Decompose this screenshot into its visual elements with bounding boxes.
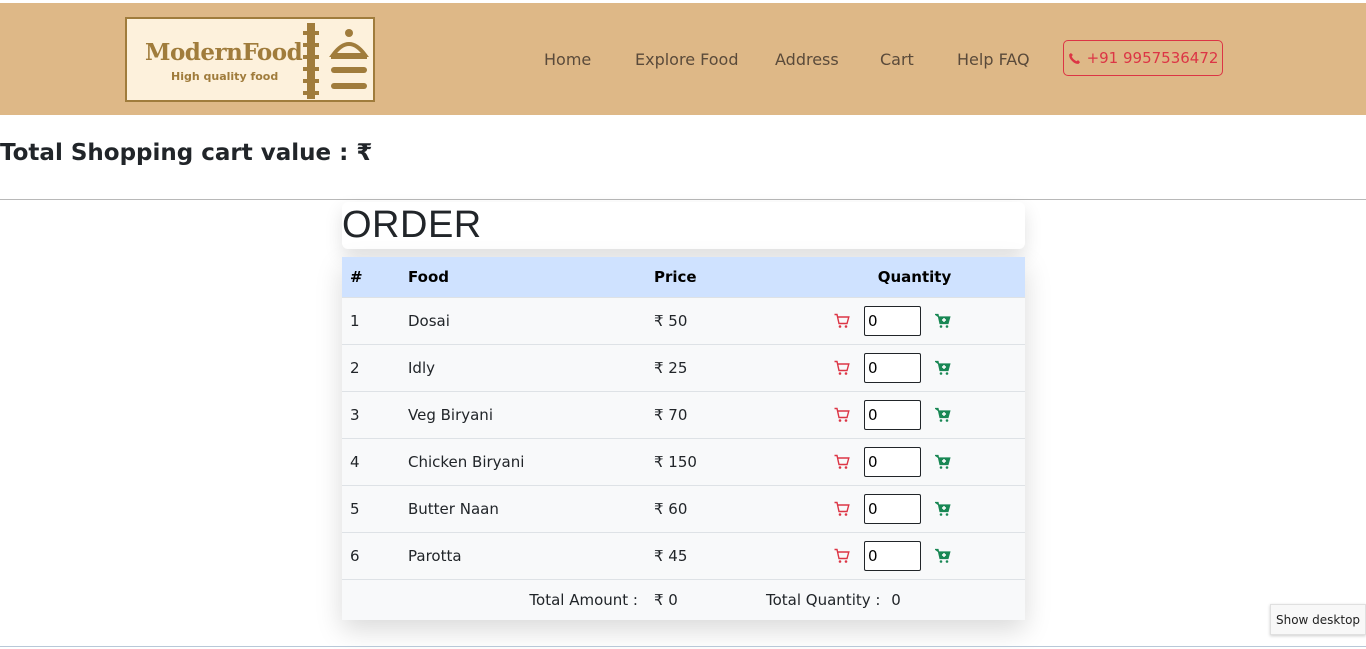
navbar: ModernFood High quality food Home Explor… [0, 3, 1366, 115]
row-price: ₹ 45 [654, 546, 688, 565]
row-number: 4 [350, 452, 360, 471]
row-price: ₹ 25 [654, 358, 688, 377]
phone-icon [1068, 52, 1080, 64]
receipt-icon [303, 23, 369, 99]
quantity-input[interactable] [864, 446, 921, 477]
row-number: 5 [350, 499, 360, 518]
row-price: ₹ 150 [654, 452, 697, 471]
row-food: Dosai [408, 311, 450, 330]
nav-cart[interactable]: Cart [880, 50, 914, 69]
bottom-divider [0, 646, 1366, 647]
order-title-card: ORDER [342, 202, 1025, 249]
quantity-input[interactable] [864, 352, 921, 383]
add-to-cart-icon[interactable] [933, 548, 951, 564]
row-number: 2 [350, 358, 360, 377]
row-price: ₹ 70 [654, 405, 688, 424]
total-amount-label: Total Amount : [529, 590, 638, 609]
logo-title: ModernFood [145, 39, 303, 66]
remove-from-cart-icon[interactable] [834, 548, 850, 564]
table-row: 6 Parotta ₹ 45 [342, 532, 1025, 579]
row-number: 6 [350, 546, 360, 565]
row-food: Butter Naan [408, 499, 499, 518]
show-desktop-button[interactable]: Show desktop [1270, 604, 1366, 635]
row-food: Veg Biryani [408, 405, 493, 424]
row-number: 1 [350, 311, 360, 330]
row-food: Parotta [408, 546, 462, 565]
remove-from-cart-icon[interactable] [834, 454, 850, 470]
nav-explore-food[interactable]: Explore Food [635, 50, 739, 69]
quantity-input[interactable] [864, 399, 921, 430]
row-quantity [804, 485, 1025, 532]
row-quantity [804, 344, 1025, 391]
remove-from-cart-icon[interactable] [834, 407, 850, 423]
total-quantity: Total Quantity : 0 [766, 579, 1025, 620]
add-to-cart-icon[interactable] [933, 313, 951, 329]
add-to-cart-icon[interactable] [933, 454, 951, 470]
phone-button[interactable]: +91 9957536472 [1063, 40, 1223, 76]
order-title: ORDER [342, 204, 482, 246]
table-row: 3 Veg Biryani ₹ 70 [342, 391, 1025, 438]
add-to-cart-icon[interactable] [933, 501, 951, 517]
row-price: ₹ 60 [654, 499, 688, 518]
row-number: 3 [350, 405, 360, 424]
table-row: 5 Butter Naan ₹ 60 [342, 485, 1025, 532]
table-footer-row: Total Amount : ₹ 0 Total Quantity : 0 [342, 579, 1025, 620]
row-food: Idly [408, 358, 435, 377]
phone-number: +91 9957536472 [1086, 49, 1219, 67]
row-quantity [804, 297, 1025, 344]
total-quantity-value: 0 [891, 590, 901, 609]
table-row: 2 Idly ₹ 25 [342, 344, 1025, 391]
nav-address[interactable]: Address [775, 50, 839, 69]
remove-from-cart-icon[interactable] [834, 360, 850, 376]
quantity-input[interactable] [864, 493, 921, 524]
row-quantity [804, 391, 1025, 438]
col-quantity: Quantity [877, 267, 952, 286]
table-header-row: # Food Price Quantity [342, 257, 1025, 297]
row-quantity [804, 532, 1025, 579]
divider [0, 199, 1366, 200]
logo[interactable]: ModernFood High quality food [125, 17, 375, 102]
table-row: 1 Dosai ₹ 50 [342, 297, 1025, 344]
quantity-input[interactable] [864, 305, 921, 336]
row-food: Chicken Biryani [408, 452, 525, 471]
logo-subtitle: High quality food [171, 70, 279, 83]
nav-help-faq[interactable]: Help FAQ [957, 50, 1030, 69]
total-cart-value: Total Shopping cart value : ₹ [0, 140, 373, 166]
nav-home[interactable]: Home [544, 50, 591, 69]
add-to-cart-icon[interactable] [933, 360, 951, 376]
add-to-cart-icon[interactable] [933, 407, 951, 423]
total-quantity-label: Total Quantity : [766, 590, 881, 609]
order-table: # Food Price Quantity 1 Dosai ₹ 50 2 Idly ₹ 2… [342, 257, 1025, 620]
row-price: ₹ 50 [654, 311, 688, 330]
row-quantity [804, 438, 1025, 485]
quantity-input[interactable] [864, 540, 921, 571]
col-food: Food [408, 267, 449, 286]
col-number: # [350, 267, 363, 286]
col-price: Price [654, 267, 697, 286]
remove-from-cart-icon[interactable] [834, 313, 850, 329]
table-row: 4 Chicken Biryani ₹ 150 [342, 438, 1025, 485]
remove-from-cart-icon[interactable] [834, 501, 850, 517]
